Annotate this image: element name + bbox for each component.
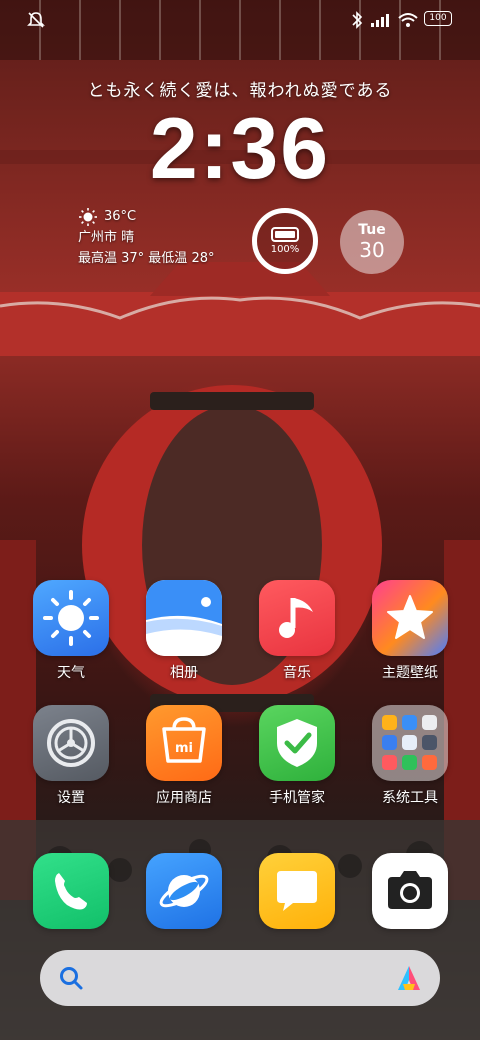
app-label: 相册 (170, 665, 198, 681)
message-bubble-icon (259, 853, 335, 929)
date-widget[interactable]: Tue 30 (340, 210, 404, 274)
weather-widget[interactable]: 36°C 广州市 晴 最高温 37° 最低温 28° (78, 206, 214, 269)
date-day: 30 (359, 238, 385, 262)
battery-widget[interactable]: 100% (252, 208, 318, 274)
camera-icon (372, 853, 448, 929)
search-icon[interactable] (58, 965, 84, 991)
app-folder-system-tools[interactable]: 系统工具 (362, 705, 458, 807)
theme-star-icon (372, 580, 448, 656)
weather-temperature: 36°C (104, 209, 137, 224)
xiaoai-icon[interactable] (394, 964, 424, 992)
dock-messages[interactable] (249, 853, 345, 929)
sun-icon (79, 207, 97, 226)
settings-gear-icon (33, 705, 109, 781)
notification-muted-icon (27, 12, 45, 28)
battery-icon: 100 (424, 11, 452, 26)
shopping-bag-icon: mi (146, 705, 222, 781)
app-themes[interactable]: 主题壁纸 (362, 580, 458, 682)
app-settings[interactable]: 设置 (23, 705, 119, 807)
search-bar[interactable] (40, 950, 440, 1006)
date-weekday: Tue (358, 222, 386, 238)
app-label: 应用商店 (156, 790, 212, 806)
battery-widget-icon (271, 227, 299, 242)
app-music[interactable]: 音乐 (249, 580, 345, 682)
battery-widget-percent: 100% (270, 244, 300, 255)
bluetooth-icon (352, 11, 363, 29)
app-gallery[interactable]: 相册 (136, 580, 232, 682)
browser-planet-icon (146, 853, 222, 929)
status-bar: 100 (0, 8, 480, 32)
app-label: 手机管家 (269, 790, 325, 806)
music-note-icon (259, 580, 335, 656)
dock-browser[interactable] (136, 853, 232, 929)
weather-high-low: 最高温 37° 最低温 28° (78, 251, 215, 266)
gallery-icon (146, 580, 222, 656)
svg-text:mi: mi (175, 741, 193, 756)
phone-icon (33, 853, 109, 929)
folder-icon (372, 705, 448, 781)
app-label: 主题壁纸 (382, 665, 438, 681)
dock-phone[interactable] (23, 853, 119, 929)
app-security[interactable]: 手机管家 (249, 705, 345, 807)
weather-city-condition: 广州市 晴 (78, 230, 135, 245)
shield-check-icon (259, 705, 335, 781)
app-label: 设置 (57, 790, 85, 806)
lockscreen-motto: とも永く続く愛は、報われぬ愛である (87, 81, 393, 101)
app-label: 系统工具 (382, 790, 438, 806)
clock-widget[interactable]: 2:36 (0, 100, 480, 199)
signal-icon (371, 14, 389, 27)
weather-sun-icon (33, 580, 109, 656)
app-label: 天气 (57, 665, 85, 681)
app-label: 音乐 (283, 665, 311, 681)
wifi-icon (398, 13, 418, 27)
app-weather[interactable]: 天气 (23, 580, 119, 682)
dock-camera[interactable] (362, 853, 458, 929)
app-store[interactable]: mi 应用商店 (136, 705, 232, 807)
